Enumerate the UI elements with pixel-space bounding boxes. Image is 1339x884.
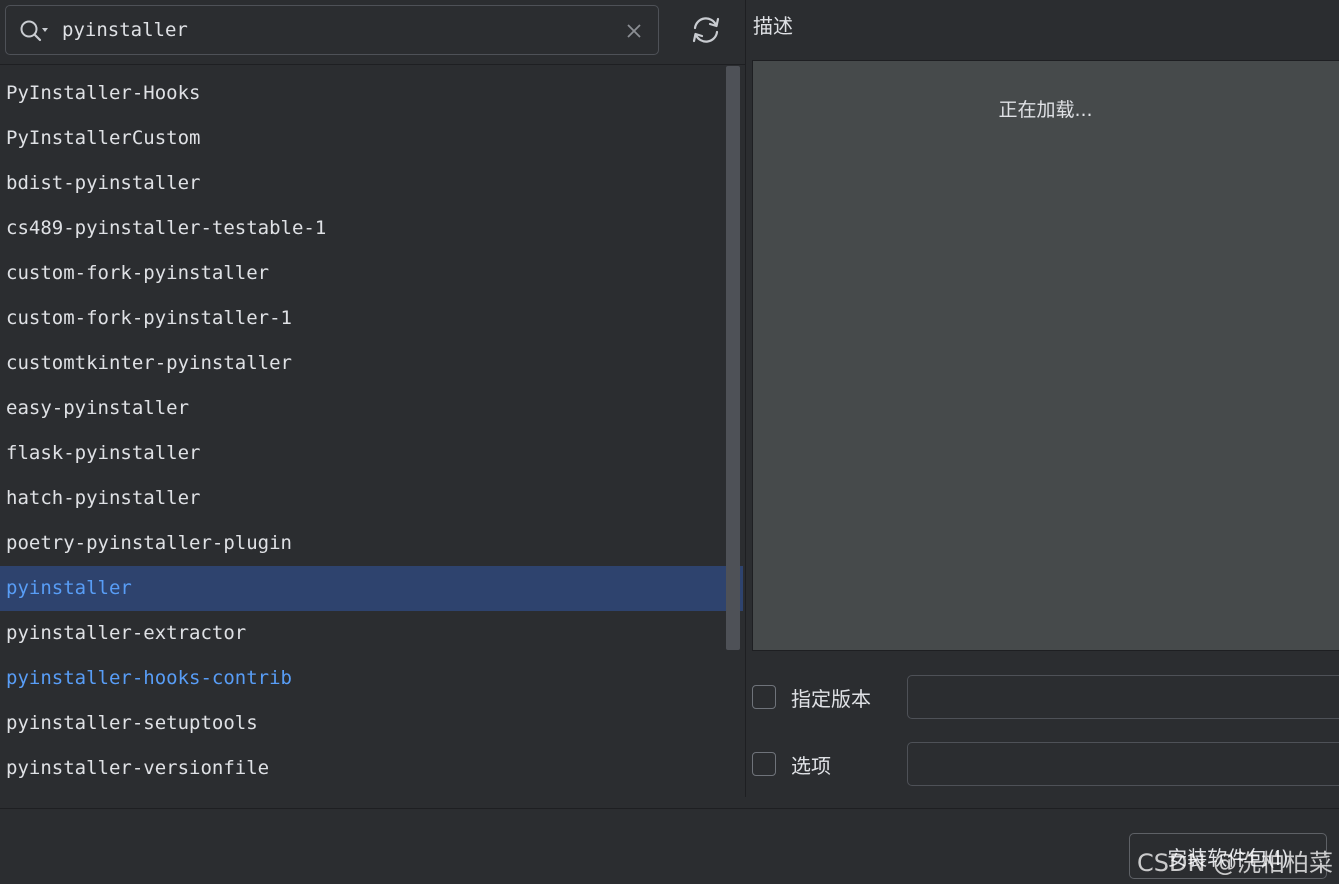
details-panel: 描述 正在加载... 指定版本 选项 xyxy=(746,0,1339,808)
options-label: 选项 xyxy=(791,754,831,778)
package-list-item[interactable]: pyinstaller-hooks-contrib xyxy=(0,656,743,701)
package-list-item[interactable]: custom-fork-pyinstaller xyxy=(0,251,743,296)
package-list-item[interactable]: bdist-pyinstaller xyxy=(0,161,743,206)
version-option-row: 指定版本 xyxy=(752,675,1339,719)
package-list-item[interactable]: customtkinter-pyinstaller xyxy=(0,341,743,386)
description-label: 描述 xyxy=(753,14,793,38)
package-list-item[interactable]: pyinstaller-versionfile xyxy=(0,746,743,791)
package-list-panel: PyInstaller-HooksPyInstallerCustombdist-… xyxy=(0,0,746,797)
options-option-row: 选项 xyxy=(752,742,1339,786)
scrollbar-thumb[interactable] xyxy=(726,66,740,650)
search-icon[interactable] xyxy=(19,19,49,43)
package-list-item[interactable]: pyinstaller-extractor xyxy=(0,611,743,656)
refresh-button[interactable] xyxy=(684,12,728,52)
package-list-item[interactable]: cs489-pyinstaller-testable-1 xyxy=(0,206,743,251)
package-list-item[interactable]: poetry-pyinstaller-plugin xyxy=(0,521,743,566)
refresh-icon xyxy=(689,15,723,49)
search-box[interactable] xyxy=(5,5,659,55)
specify-version-checkbox[interactable] xyxy=(752,685,776,709)
package-list-item[interactable]: pyinstaller-setuptools xyxy=(0,701,743,746)
options-field[interactable] xyxy=(907,742,1339,786)
package-manager-window: PyInstaller-HooksPyInstallerCustombdist-… xyxy=(0,0,1339,884)
search-input[interactable] xyxy=(62,15,602,45)
package-list-item[interactable]: pyinstaller xyxy=(0,566,743,611)
divider xyxy=(0,808,1339,809)
install-package-button[interactable]: 安装软件包(I) xyxy=(1129,833,1327,879)
scrollbar[interactable] xyxy=(723,66,743,656)
specify-version-label: 指定版本 xyxy=(791,687,871,711)
package-list-item[interactable]: easy-pyinstaller xyxy=(0,386,743,431)
version-field[interactable] xyxy=(907,675,1339,719)
package-list-item[interactable]: PyInstallerCustom xyxy=(0,116,743,161)
package-list: PyInstaller-Hooks PyInstallerCustom bdist-… xyxy=(0,71,743,791)
package-list-item[interactable]: hatch-pyinstaller xyxy=(0,476,743,521)
package-list-item[interactable]: PyInstaller-Hooks xyxy=(0,71,743,116)
description-area: 正在加载... xyxy=(752,60,1339,651)
divider xyxy=(0,64,745,65)
options-checkbox[interactable] xyxy=(752,752,776,776)
loading-text: 正在加载... xyxy=(998,99,1093,121)
close-icon[interactable] xyxy=(624,21,644,41)
package-list-item[interactable]: flask-pyinstaller xyxy=(0,431,743,476)
package-list-item[interactable]: custom-fork-pyinstaller-1 xyxy=(0,296,743,341)
